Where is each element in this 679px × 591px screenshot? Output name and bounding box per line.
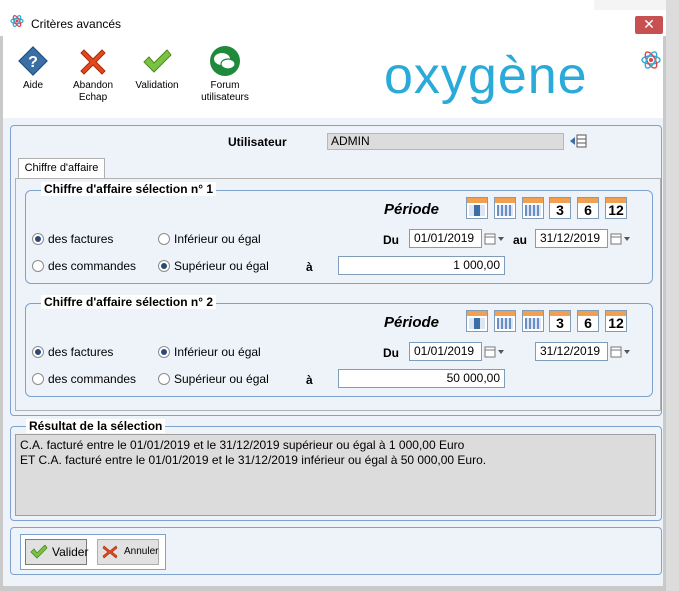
- validation-button[interactable]: Validation: [129, 44, 185, 92]
- result-text-box: C.A. facturé entre le 01/01/2019 et le 3…: [15, 434, 656, 516]
- abandon-label: Abandon: [72, 80, 114, 91]
- cal-3months-1-button[interactable]: 3: [549, 197, 571, 219]
- utilisateur-label: Utilisateur: [228, 135, 287, 149]
- cal-3months-2-button[interactable]: 3: [549, 310, 571, 332]
- titlebar-gap: [594, 0, 666, 10]
- cal-week-1-button[interactable]: [494, 197, 516, 219]
- annuler-label: Annuler: [124, 546, 159, 557]
- svg-text:?: ?: [28, 54, 38, 71]
- echap-label: Echap: [78, 92, 108, 103]
- date-from-1-field[interactable]: 01/01/2019: [409, 229, 482, 248]
- periode-1-label: Période: [384, 201, 440, 218]
- valider-button[interactable]: Valider: [25, 539, 89, 565]
- checkmark-icon: [143, 49, 172, 73]
- window-frame-bottom: [0, 586, 666, 591]
- radio-commandes-2[interactable]: [32, 373, 44, 385]
- result-line-2: ET C.A. facturé entre le 01/01/2019 et l…: [20, 453, 487, 467]
- cal-6-label: 6: [584, 315, 592, 331]
- radio-inferieur-1[interactable]: [158, 233, 170, 245]
- periode-2-label: Période: [384, 314, 440, 331]
- cal-12-label: 12: [608, 202, 624, 218]
- factures-1-label: des factures: [48, 232, 114, 246]
- superieur-2-label: Supérieur ou égal: [174, 372, 269, 386]
- date-from-2-picker-icon[interactable]: [484, 345, 506, 359]
- forum-chat-icon: [210, 46, 240, 76]
- radio-inferieur-2[interactable]: [158, 346, 170, 358]
- cal-week-2-button[interactable]: [494, 310, 516, 332]
- inferieur-1-label: Inférieur ou égal: [174, 232, 261, 246]
- tab-chiffre-affaire[interactable]: Chiffre d'affaire: [18, 158, 105, 178]
- selection-2-title: Chiffre d'affaire sélection n° 2: [41, 295, 217, 309]
- date-to-2-picker-icon[interactable]: [610, 345, 632, 359]
- cal-6months-1-button[interactable]: 6: [577, 197, 599, 219]
- forum-label: Forum: [210, 80, 240, 91]
- inferieur-2-label: Inférieur ou égal: [174, 345, 261, 359]
- annuler-button[interactable]: Annuler: [97, 539, 159, 565]
- forum-button[interactable]: Forum utilisateurs: [193, 44, 257, 104]
- aide-label: Aide: [22, 80, 43, 91]
- check-icon: [30, 545, 48, 559]
- date-to-2-field[interactable]: 31/12/2019: [535, 342, 608, 361]
- window-title: Critères avancés: [31, 17, 122, 31]
- radio-factures-1[interactable]: [32, 233, 44, 245]
- valider-label: Valider: [52, 545, 89, 559]
- cancel-icon: [102, 545, 118, 559]
- oxygene-logo: oxygène: [384, 47, 588, 105]
- cal-month-1-button[interactable]: [522, 197, 544, 219]
- radio-commandes-1[interactable]: [32, 260, 44, 272]
- utilisateur-field: ADMIN: [327, 133, 564, 150]
- date-from-2-field[interactable]: 01/01/2019: [409, 342, 482, 361]
- du-2-label: Du: [383, 346, 399, 360]
- cal-12-label: 12: [608, 315, 624, 331]
- utilisateurs-label: utilisateurs: [201, 92, 249, 103]
- commandes-1-label: des commandes: [48, 259, 137, 273]
- window-frame-right: [663, 36, 666, 591]
- radio-superieur-1[interactable]: [158, 260, 170, 272]
- background-strip: [666, 0, 679, 591]
- cancel-x-icon: [80, 49, 106, 75]
- aide-button[interactable]: ? Aide: [11, 44, 55, 92]
- app-atom-icon: [10, 15, 24, 27]
- date-from-1-picker-icon[interactable]: [484, 232, 506, 246]
- result-title: Résultat de la sélection: [26, 419, 166, 433]
- cal-3-label: 3: [556, 202, 564, 218]
- commandes-2-label: des commandes: [48, 372, 137, 386]
- logo-atom-icon: [641, 51, 661, 69]
- a-2-label: à: [306, 373, 313, 387]
- help-icon: ?: [18, 46, 48, 76]
- date-to-1-field[interactable]: 31/12/2019: [535, 229, 608, 248]
- cal-day-1-button[interactable]: [466, 197, 488, 219]
- amount-1-field[interactable]: 1 000,00: [338, 256, 505, 275]
- user-select-icon[interactable]: [568, 133, 588, 149]
- amount-2-field[interactable]: 50 000,00: [338, 369, 505, 388]
- cal-3-label: 3: [556, 315, 564, 331]
- close-button[interactable]: ✕: [635, 16, 663, 34]
- selection-1-title: Chiffre d'affaire sélection n° 1: [41, 182, 217, 196]
- du-1-label: Du: [383, 233, 399, 247]
- factures-2-label: des factures: [48, 345, 114, 359]
- a-1-label: à: [306, 260, 313, 274]
- date-to-1-picker-icon[interactable]: [610, 232, 632, 246]
- abandon-button[interactable]: Abandon Echap: [63, 44, 123, 104]
- radio-superieur-2[interactable]: [158, 373, 170, 385]
- cal-month-2-button[interactable]: [522, 310, 544, 332]
- cal-6-label: 6: [584, 202, 592, 218]
- cal-12months-2-button[interactable]: 12: [605, 310, 627, 332]
- au-1-label: au: [513, 233, 528, 247]
- cal-day-2-button[interactable]: [466, 310, 488, 332]
- cal-12months-1-button[interactable]: 12: [605, 197, 627, 219]
- result-line-1: C.A. facturé entre le 01/01/2019 et le 3…: [20, 438, 465, 452]
- radio-factures-2[interactable]: [32, 346, 44, 358]
- validation-label: Validation: [135, 80, 179, 91]
- cal-6months-2-button[interactable]: 6: [577, 310, 599, 332]
- superieur-1-label: Supérieur ou égal: [174, 259, 269, 273]
